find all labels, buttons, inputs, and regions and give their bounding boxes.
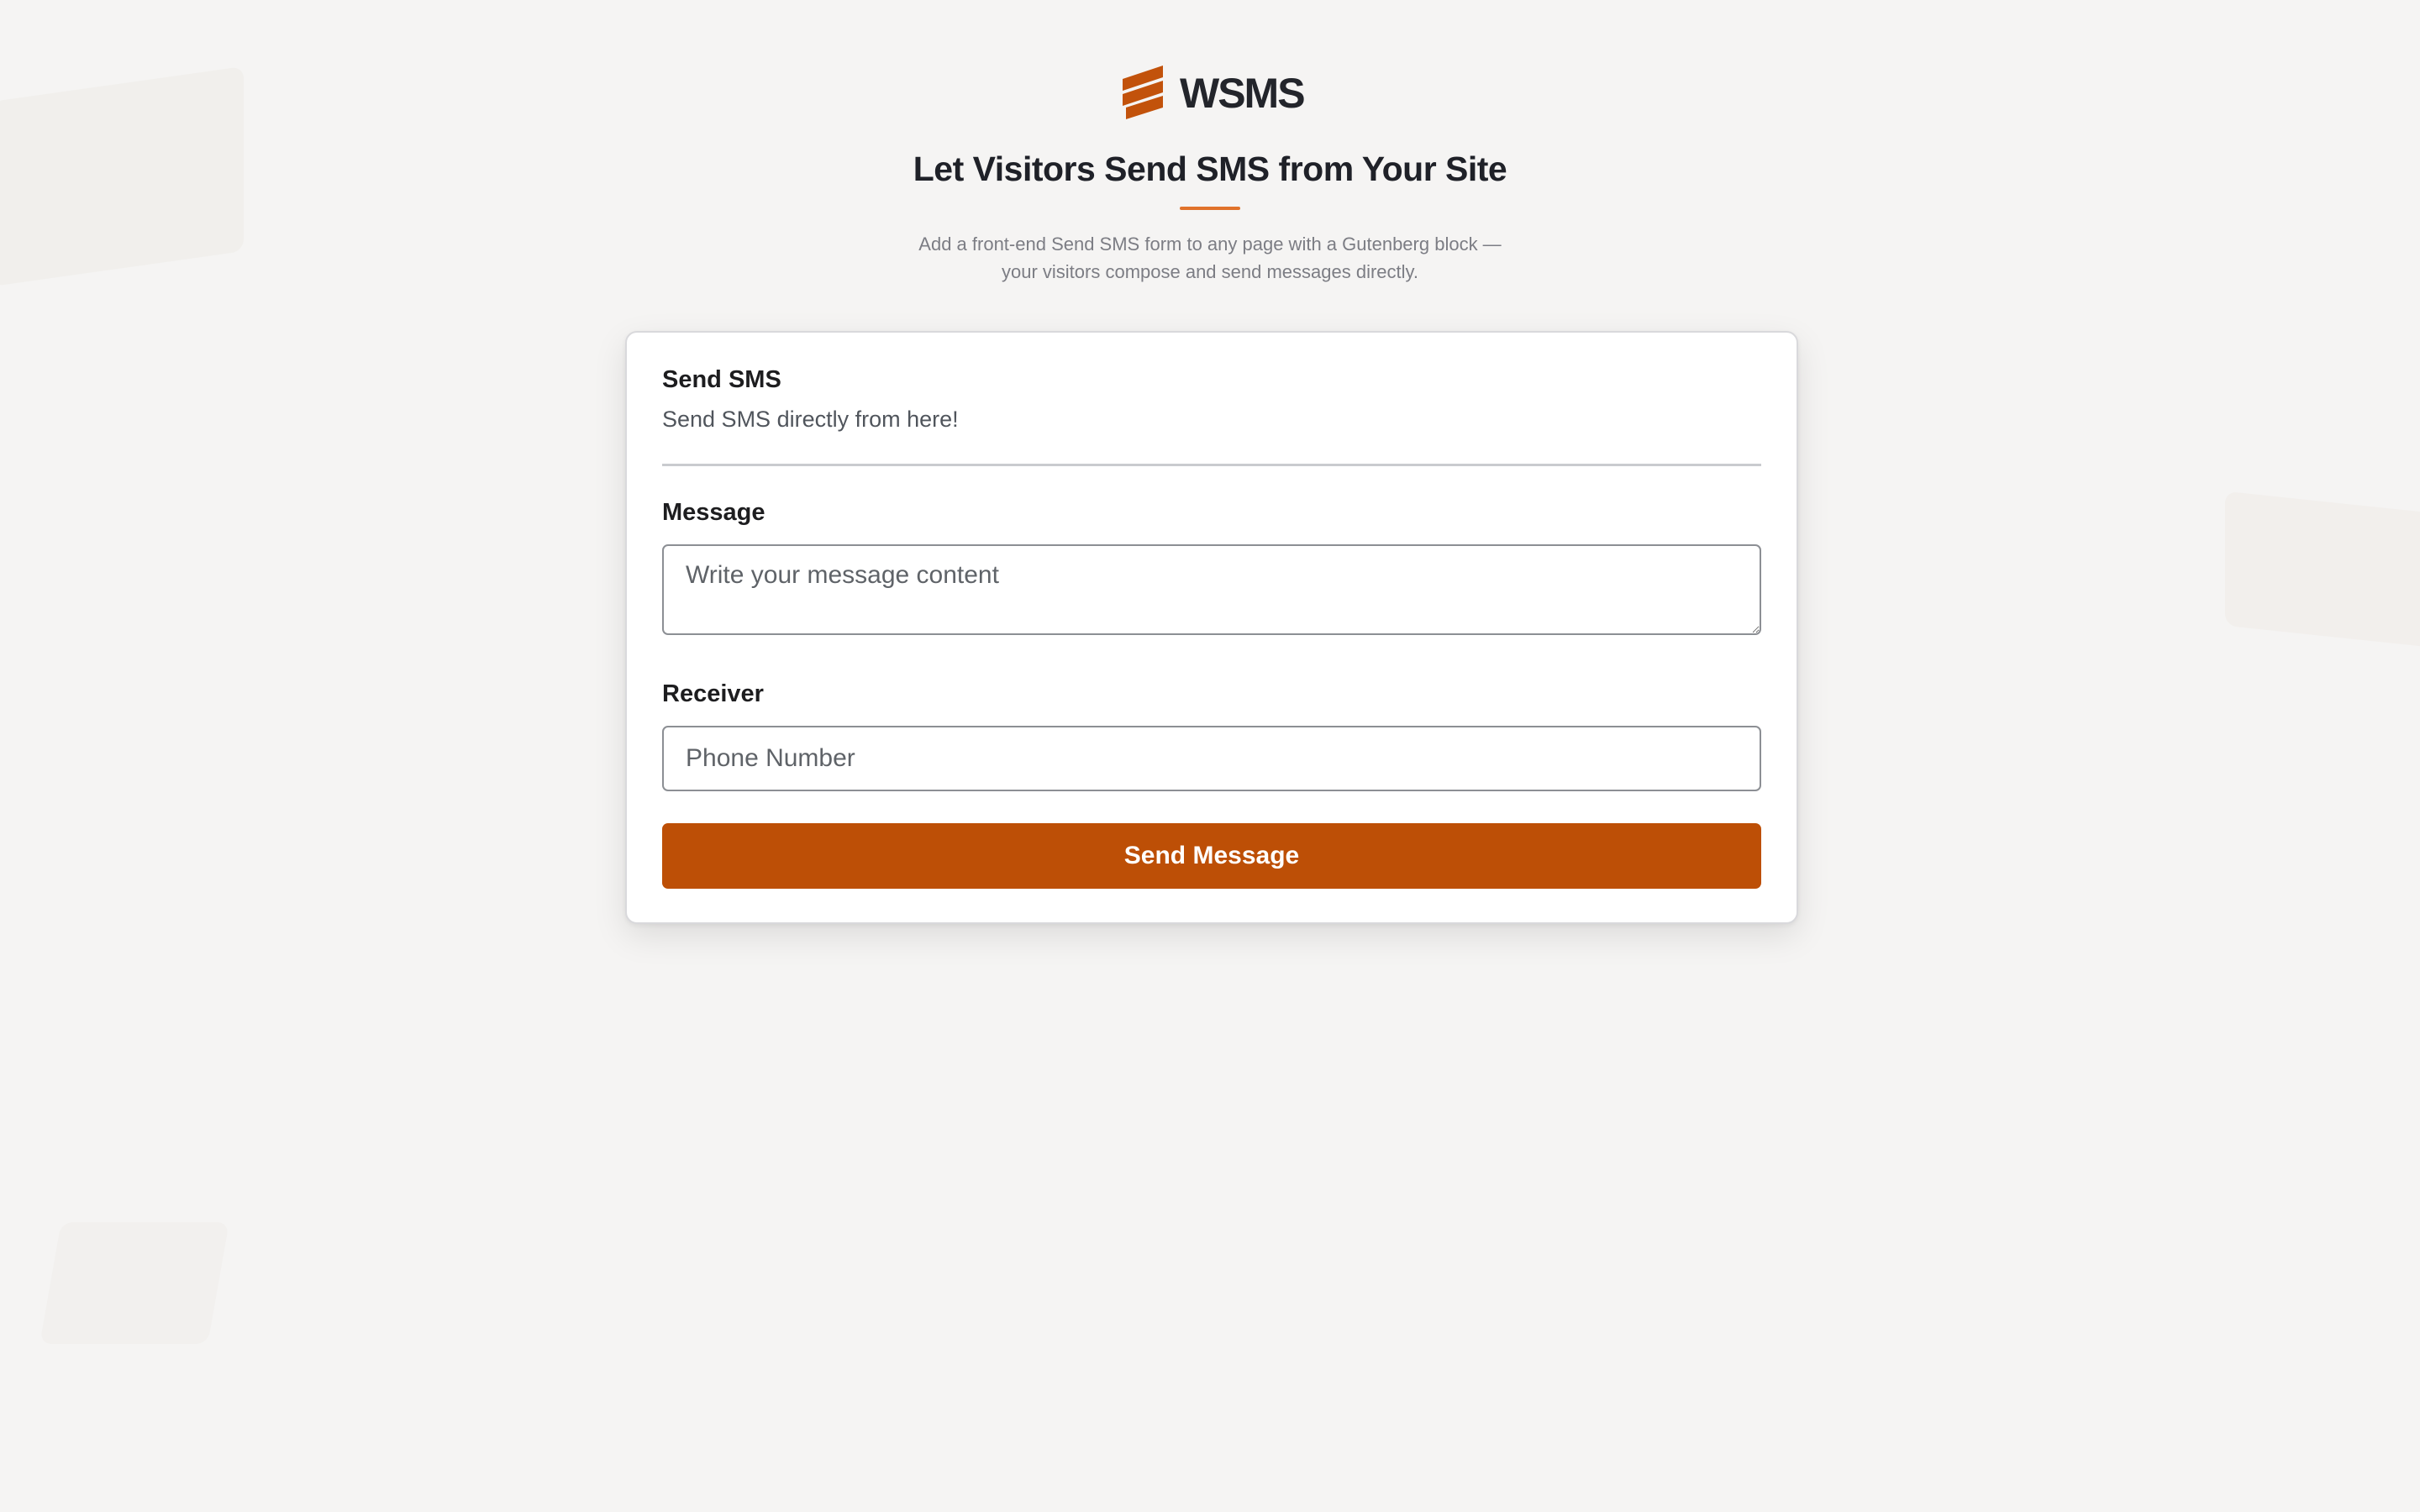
wsms-logo-icon: [1123, 66, 1163, 119]
send-message-button[interactable]: Send Message: [662, 823, 1761, 889]
page: WSMS Let Visitors Send SMS from Your Sit…: [0, 0, 2420, 1512]
receiver-label: Receiver: [662, 680, 764, 707]
background-shape: [2225, 491, 2420, 652]
brand: WSMS: [1121, 64, 1306, 123]
subtitle-line: your visitors compose and send messages …: [1001, 261, 1419, 282]
page-subtitle: Add a front-end Send SMS form to any pag…: [0, 230, 2420, 286]
receiver-phone-input[interactable]: [662, 726, 1761, 791]
title-underline: [1180, 207, 1240, 210]
message-label: Message: [662, 499, 765, 526]
message-textarea[interactable]: [662, 544, 1761, 635]
brand-name: WSMS: [1180, 70, 1306, 117]
form-divider: [662, 464, 1761, 466]
page-title: Let Visitors Send SMS from Your Site: [913, 150, 1507, 188]
subtitle-line: Add a front-end Send SMS form to any pag…: [918, 234, 1502, 255]
form-description: Send SMS directly from here!: [662, 407, 959, 432]
form-title: Send SMS: [662, 366, 781, 393]
background-shape: [39, 1222, 229, 1344]
send-sms-form-card: Send SMS Send SMS directly from here! Me…: [625, 331, 1798, 924]
